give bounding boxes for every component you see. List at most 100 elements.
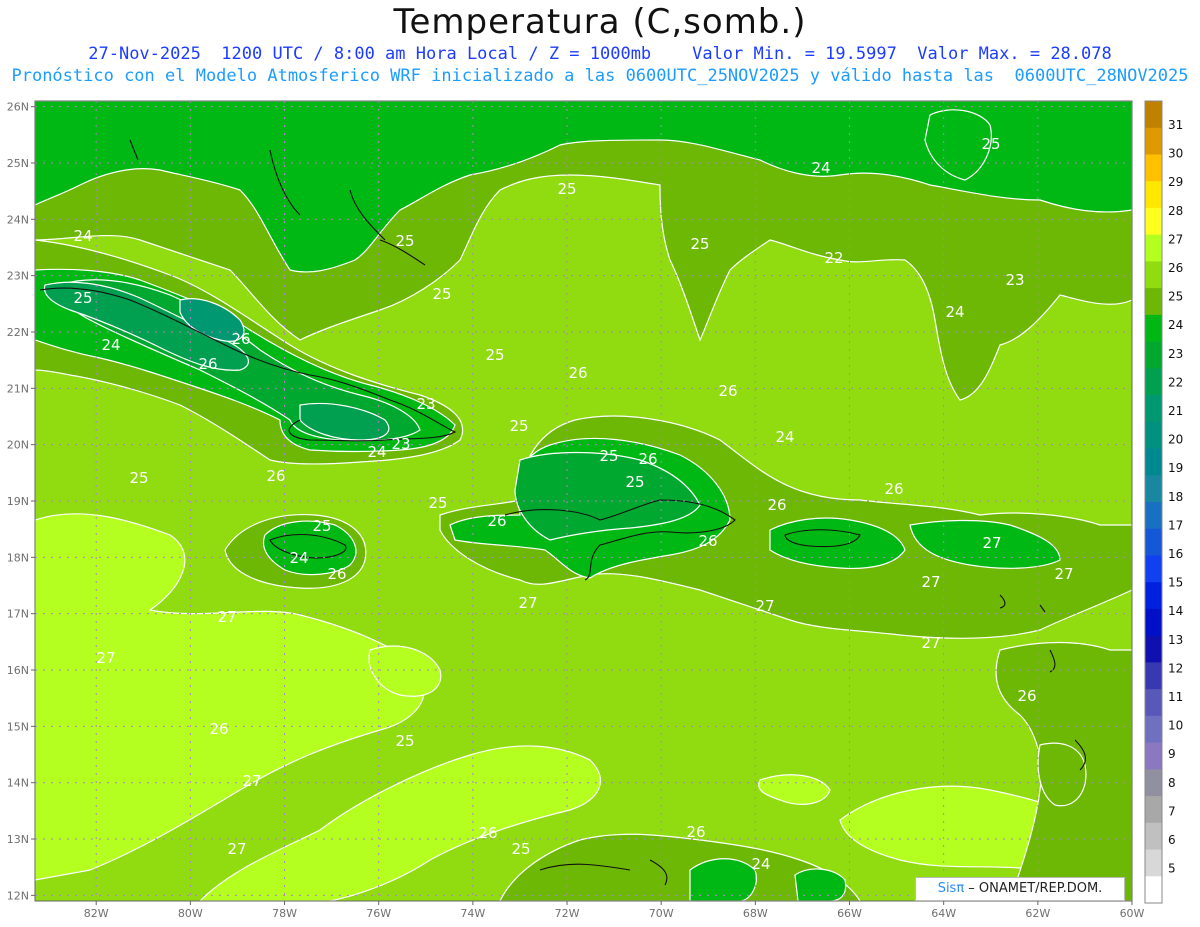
colorbar-label: 17 bbox=[1168, 518, 1183, 532]
colorbar-swatch bbox=[1145, 288, 1162, 316]
contour-label: 25 bbox=[395, 732, 414, 750]
colorbar-swatch bbox=[1145, 769, 1162, 797]
contour-label: 24 bbox=[945, 303, 964, 321]
colorbar-swatch bbox=[1145, 849, 1162, 877]
colorbar-label: 23 bbox=[1168, 347, 1183, 361]
contour-label: 27 bbox=[96, 649, 115, 667]
contour-label: 25 bbox=[690, 235, 709, 253]
contour-label: 23 bbox=[391, 435, 410, 453]
contour-label: 26 bbox=[478, 824, 497, 842]
colorbar: 31 30 29 28 27 26 25 24 23 22 21 20 19 18 17 16 15 14 13 12… bbox=[1144, 100, 1183, 904]
temperature-map: 82W 80W 78W 76W 74W 72W 70W 68W 66W 64W 62W 60W 12N 1… bbox=[7, 100, 1183, 920]
contour-label: 24 bbox=[775, 428, 794, 446]
lat-tick-label: 23N bbox=[7, 270, 29, 283]
contour-label: 26 bbox=[1017, 687, 1036, 705]
colorbar-swatch bbox=[1145, 101, 1162, 129]
contour-label: 27 bbox=[755, 597, 774, 615]
contour-label: 24 bbox=[101, 336, 120, 354]
colorbar-swatch bbox=[1145, 502, 1162, 530]
contour-label: 24 bbox=[811, 159, 830, 177]
lon-tick-label: 72W bbox=[555, 907, 580, 920]
colorbar-label: 20 bbox=[1168, 433, 1183, 447]
contour-label: 26 bbox=[698, 532, 717, 550]
colorbar-label: 5 bbox=[1168, 862, 1176, 876]
contour-label: 26 bbox=[198, 355, 217, 373]
contour-label: 24 bbox=[289, 549, 308, 567]
colorbar-swatch bbox=[1145, 475, 1162, 503]
contour-label: 27 bbox=[1054, 565, 1073, 583]
lat-tick-label: 14N bbox=[7, 777, 29, 790]
colorbar-swatch bbox=[1145, 368, 1162, 396]
colorbar-swatch bbox=[1145, 207, 1162, 236]
lon-tick-label: 78W bbox=[272, 907, 297, 920]
colorbar-swatch bbox=[1145, 742, 1162, 770]
zone-24-south-b bbox=[794, 868, 847, 901]
contour-label: 25 bbox=[557, 180, 576, 198]
lon-tick-label: 76W bbox=[366, 907, 391, 920]
colorbar-label: 19 bbox=[1168, 461, 1183, 475]
colorbar-label: 25 bbox=[1168, 290, 1183, 304]
contour-label: 26 bbox=[638, 450, 657, 468]
contour-label: 25 bbox=[511, 840, 530, 858]
contour-label: 24 bbox=[751, 855, 770, 873]
colorbar-label: 10 bbox=[1168, 719, 1183, 733]
contour-label: 27 bbox=[921, 634, 940, 652]
colorbar-label: 18 bbox=[1168, 490, 1183, 504]
lat-tick-label: 19N bbox=[7, 495, 29, 508]
contour-label: 27 bbox=[242, 772, 261, 790]
contour-label: 26 bbox=[718, 382, 737, 400]
contour-label: 25 bbox=[129, 469, 148, 487]
lat-tick-label: 12N bbox=[7, 889, 29, 902]
colorbar-swatch bbox=[1145, 234, 1162, 262]
contour-label: 27 bbox=[217, 608, 236, 626]
colorbar-swatch bbox=[1145, 341, 1162, 369]
lat-tick-label: 18N bbox=[7, 551, 29, 564]
lat-tick-label: 24N bbox=[7, 213, 29, 226]
colorbar-swatch bbox=[1145, 154, 1162, 182]
colorbar-label: 31 bbox=[1168, 118, 1183, 132]
contour-label: 26 bbox=[767, 496, 786, 514]
contour-label: 24 bbox=[367, 443, 386, 461]
contour-label: 24 bbox=[73, 227, 92, 245]
contour-label: 25 bbox=[599, 447, 618, 465]
contour-label: 23 bbox=[1005, 271, 1024, 289]
lon-tick-label: 82W bbox=[84, 907, 109, 920]
contour-label: 27 bbox=[227, 840, 246, 858]
contour-label: 25 bbox=[395, 232, 414, 250]
lon-tick-label: 66W bbox=[837, 907, 862, 920]
colorbar-label: 11 bbox=[1168, 690, 1183, 704]
lat-tick-label: 25N bbox=[7, 157, 29, 170]
colorbar-label: 16 bbox=[1168, 547, 1183, 561]
contour-label: 25 bbox=[981, 135, 1000, 153]
colorbar-swatch bbox=[1145, 876, 1162, 904]
lon-tick-label: 74W bbox=[460, 907, 485, 920]
colorbar-swatch bbox=[1145, 555, 1162, 583]
colorbar-label: 27 bbox=[1168, 232, 1183, 246]
colorbar-label: 12 bbox=[1168, 661, 1183, 675]
contour-label: 23 bbox=[416, 395, 435, 413]
contour-label: 26 bbox=[327, 565, 346, 583]
colorbar-label: 22 bbox=[1168, 375, 1183, 389]
colorbar-swatch bbox=[1145, 796, 1162, 824]
lat-tick-label: 13N bbox=[7, 833, 29, 846]
map-fill bbox=[35, 101, 1132, 901]
contour-label: 26 bbox=[568, 364, 587, 382]
lat-tick-label: 16N bbox=[7, 664, 29, 677]
colorbar-label: 24 bbox=[1168, 318, 1183, 332]
contour-label: 26 bbox=[686, 823, 705, 841]
colorbar-swatch bbox=[1145, 448, 1162, 476]
contour-label: 26 bbox=[209, 720, 228, 738]
colorbar-label: 28 bbox=[1168, 204, 1183, 218]
contour-label: 26 bbox=[231, 330, 250, 348]
contour-label: 25 bbox=[312, 517, 331, 535]
colorbar-label: 7 bbox=[1168, 804, 1176, 818]
contour-label: 25 bbox=[485, 346, 504, 364]
credit-sis: Sisπ bbox=[937, 881, 965, 896]
lon-tick-label: 68W bbox=[743, 907, 768, 920]
colorbar-label: 9 bbox=[1168, 747, 1176, 761]
lat-tick-label: 26N bbox=[7, 101, 29, 114]
lat-tick-label: 22N bbox=[7, 326, 29, 339]
colorbar-label: 26 bbox=[1168, 261, 1183, 275]
colorbar-swatch bbox=[1145, 715, 1162, 744]
contour-label: 25 bbox=[432, 285, 451, 303]
